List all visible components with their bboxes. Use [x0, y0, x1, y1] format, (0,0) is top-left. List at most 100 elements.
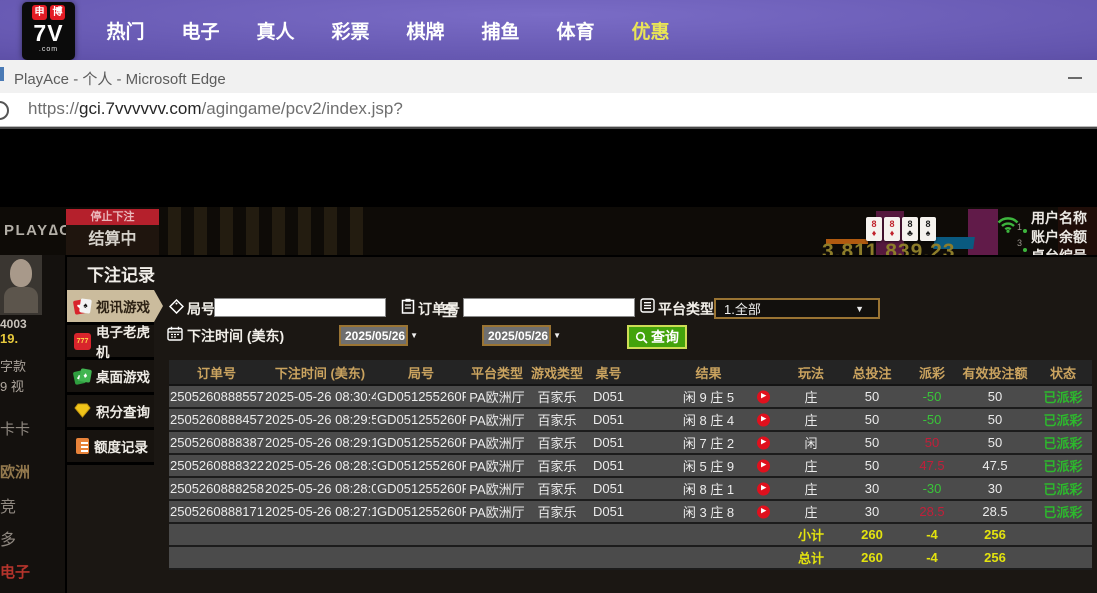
- menu-label: 桌面游戏: [96, 366, 150, 386]
- platform-type-select[interactable]: 1.全部: [714, 298, 880, 319]
- table-header-row: 订单号下注时间 (美东) 局号平台类型 游戏类型桌号 结果玩法 总投注派彩 有效…: [169, 360, 1092, 385]
- url-domain: gci.7vvvvvv.com: [79, 99, 202, 118]
- bg-fragment: 19.: [0, 331, 18, 346]
- nav-item-boardgames[interactable]: 棋牌: [388, 0, 463, 60]
- menu-label: 额度记录: [94, 436, 148, 456]
- bg-fragment: 电子: [0, 561, 30, 582]
- total-row: 总计 260 -4 256: [169, 546, 1092, 569]
- black-zone: [0, 129, 1097, 207]
- green-dot: [1023, 229, 1027, 233]
- mini-digit: 3: [1017, 238, 1022, 248]
- panel-title: 下注记录: [87, 261, 155, 286]
- bg-fragment: 卡卡: [0, 418, 30, 439]
- bet-time-label: 下注时间 (美东): [187, 326, 284, 346]
- nav-item-lottery[interactable]: 彩票: [313, 0, 388, 60]
- nav-item-promo[interactable]: 优惠: [613, 0, 688, 60]
- menu-item-table-games[interactable]: ♣♦ 桌面游戏: [67, 360, 154, 392]
- playing-card: 8♦: [884, 217, 900, 241]
- bg-fragment: 9 视: [0, 376, 24, 395]
- url-text[interactable]: https://gci.7vvvvvv.com/agingame/pcv2/in…: [28, 99, 403, 119]
- bg-fragment: 欧洲: [0, 461, 30, 482]
- calendar-icon: [167, 326, 183, 341]
- browser-titlebar: PlayAce - 个人 - Microsoft Edge: [0, 60, 1097, 94]
- slot-777-icon: 777: [74, 333, 91, 350]
- date-to-select[interactable]: 2025/05/26: [482, 325, 551, 346]
- mini-digit: 1: [1017, 222, 1022, 232]
- nav-item-fishing[interactable]: 捕鱼: [463, 0, 538, 60]
- casino-banner: PLAY∆CE 停止下注 结算中 8♦ 8♦ 8♣ 8♠ 3,811,839.2…: [0, 207, 1097, 257]
- play-video-button[interactable]: [757, 459, 770, 472]
- bg-fragment: 多: [0, 526, 16, 550]
- date-from-value: 2025/05/26: [345, 329, 405, 343]
- bg-fragment: 竞: [0, 493, 16, 517]
- playing-card: 8♣: [902, 217, 918, 241]
- search-button[interactable]: 查询: [627, 325, 687, 349]
- round-number-label: 局号: [187, 299, 215, 319]
- table-row: 2505260888387122025-05-26 08:29:13 GD051…: [169, 431, 1092, 454]
- minimize-button[interactable]: [1065, 70, 1085, 84]
- subtotal-row: 小计 260 -4 256: [169, 523, 1092, 546]
- clipboard-icon: [401, 298, 415, 314]
- nav-item-hot[interactable]: 热门: [88, 0, 163, 60]
- stop-betting-badge: 停止下注: [66, 209, 159, 225]
- site-navbar: 申 博 7V .com 热门 电子 真人 彩票 棋牌 捕鱼 体育 优惠: [0, 0, 1097, 60]
- table-row: 2505260888171792025-05-26 08:27:18 GD051…: [169, 500, 1092, 523]
- site-logo[interactable]: 申 博 7V .com: [22, 2, 75, 60]
- play-video-button[interactable]: [757, 390, 770, 403]
- avatar: [0, 255, 42, 315]
- logo-badge-right: 博: [50, 5, 65, 20]
- green-dot: [1023, 248, 1027, 252]
- browser-urlbar[interactable]: https://gci.7vvvvvv.com/agingame/pcv2/in…: [0, 93, 1097, 127]
- table-row: 2505260888457952025-05-26 08:29:53 GD051…: [169, 408, 1092, 431]
- platform-type-label: 平台类型: [658, 299, 714, 319]
- play-video-button[interactable]: [757, 413, 770, 426]
- list-icon: [640, 298, 655, 313]
- reload-icon[interactable]: [0, 101, 9, 120]
- round-number-input[interactable]: [214, 298, 386, 317]
- background-left-strip: 4003 19. 字款 9 视 卡卡 欧洲 竞 多 电子: [0, 255, 65, 593]
- records-table: 订单号下注时间 (美东) 局号平台类型 游戏类型桌号 结果玩法 总投注派彩 有效…: [169, 360, 1092, 570]
- gem-icon: [74, 403, 91, 420]
- panel-menu: ♥♠ 视讯游戏 777 电子老虎机 ♣♦ 桌面游戏 积分查询 额度记录: [67, 290, 154, 465]
- order-number-input[interactable]: [463, 298, 635, 317]
- bg-fragment: 4003: [0, 317, 27, 331]
- menu-item-quota-records[interactable]: 额度记录: [67, 430, 154, 462]
- date-to-value: 2025/05/26: [488, 329, 548, 343]
- screen: 申 博 7V .com 热门 电子 真人 彩票 棋牌 捕鱼 体育 优惠 Play…: [0, 0, 1097, 593]
- logo-badge-left: 申: [32, 5, 47, 20]
- menu-item-video-games[interactable]: ♥♠ 视讯游戏: [67, 290, 154, 322]
- logo-main-text: 7V: [22, 20, 75, 46]
- slot-stripes-decor: [168, 207, 363, 257]
- settling-badge: 结算中: [66, 225, 159, 255]
- document-icon: [76, 438, 89, 454]
- table-row: 2505260888258942025-05-26 08:28:01 GD051…: [169, 477, 1092, 500]
- menu-item-slot-machine[interactable]: 777 电子老虎机: [67, 325, 154, 357]
- window-title: PlayAce - 个人 - Microsoft Edge: [14, 68, 226, 89]
- playing-card: 8♠: [920, 217, 936, 241]
- banner-magenta-decor: [968, 209, 998, 257]
- date-from-select[interactable]: 2025/05/26: [339, 325, 408, 346]
- tag-icon: [169, 299, 184, 314]
- nav-menu: 热门 电子 真人 彩票 棋牌 捕鱼 体育 优惠: [88, 0, 688, 60]
- menu-label: 电子老虎机: [96, 321, 154, 361]
- search-button-label: 查询: [651, 327, 679, 347]
- play-video-button[interactable]: [757, 436, 770, 449]
- menu-label: 积分查询: [96, 401, 150, 421]
- playing-card: 8♦: [866, 217, 882, 241]
- account-info-lines: 用户名称 账户余额 桌台编号: [1031, 209, 1087, 257]
- to-label: 至: [442, 300, 457, 321]
- menu-item-points-query[interactable]: 积分查询: [67, 395, 154, 427]
- favicon-fragment-icon: [0, 67, 4, 81]
- betting-records-panel: 下注记录 ♥♠ 视讯游戏 777 电子老虎机 ♣♦ 桌面游戏 积分查询: [65, 255, 1097, 593]
- play-video-button[interactable]: [757, 482, 770, 495]
- logo-sub-text: .com: [22, 46, 75, 53]
- nav-item-live[interactable]: 真人: [238, 0, 313, 60]
- platform-type-value: 1.全部: [724, 299, 761, 318]
- menu-label: 视讯游戏: [96, 296, 150, 316]
- table-row: 2505260888322322025-05-26 08:28:37 GD051…: [169, 454, 1092, 477]
- nav-item-sports[interactable]: 体育: [538, 0, 613, 60]
- play-video-button[interactable]: [757, 505, 770, 518]
- nav-item-slots[interactable]: 电子: [163, 0, 238, 60]
- banner-cards: 8♦ 8♦ 8♣ 8♠: [866, 217, 936, 241]
- bg-fragment: 字款: [0, 356, 26, 375]
